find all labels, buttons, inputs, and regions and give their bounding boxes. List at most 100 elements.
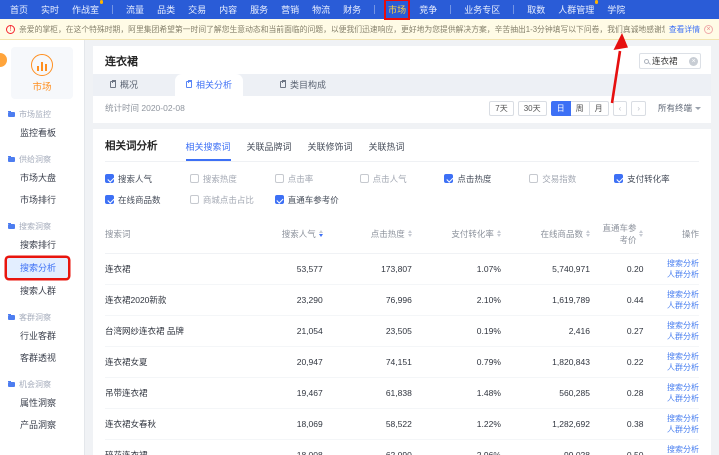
nav-item-realtime[interactable]: 实时: [41, 3, 59, 16]
subtab-modifier-words[interactable]: 关联修饰词: [308, 140, 353, 161]
range-7d-button[interactable]: 7天: [489, 101, 513, 116]
top-nav: 首页 实时 作战室 流量 品类 交易 内容 服务 营销 物流 财务 市场 竞争 …: [0, 0, 719, 19]
nav-item-label: 作战室: [72, 5, 99, 15]
keyword-search-box[interactable]: [639, 53, 701, 69]
cell-conv: 1.48%: [420, 377, 509, 408]
search-analysis-link[interactable]: 搜索分析: [651, 258, 699, 269]
cell-price: 0.28: [598, 377, 651, 408]
subtab-brand-words[interactable]: 关联品牌词: [247, 140, 292, 161]
metric-pay-conversion[interactable]: 支付转化率: [614, 173, 699, 185]
sidebar-item-product-insight[interactable]: 产品洞察: [0, 414, 84, 436]
terminal-filter-dropdown[interactable]: 所有终端: [658, 102, 701, 114]
close-icon[interactable]: [704, 25, 713, 34]
nav-item-data-fetch[interactable]: 取数: [527, 3, 545, 16]
search-input[interactable]: [652, 56, 686, 66]
crowd-analysis-link[interactable]: 人群分析: [651, 331, 699, 342]
search-analysis-link[interactable]: 搜索分析: [651, 444, 699, 455]
nav-item-competition[interactable]: 竞争: [419, 3, 437, 16]
cell-heat: 74,151: [331, 346, 420, 377]
checkbox-icon: [190, 174, 199, 183]
crowd-analysis-link[interactable]: 人群分析: [651, 393, 699, 404]
nav-item-war-room[interactable]: 作战室: [72, 3, 99, 16]
col-ztc-price[interactable]: 直通车参考价: [598, 216, 651, 254]
sidebar-item-crowd-perspective[interactable]: 客群透视: [0, 347, 84, 369]
metric-click-rate[interactable]: 点击率: [275, 173, 360, 185]
cell-price: 0.27: [598, 315, 651, 346]
cell-heat: 173,807: [331, 253, 420, 284]
range-30d-button[interactable]: 30天: [518, 101, 547, 116]
sidebar-item-industry-crowd[interactable]: 行业客群: [0, 325, 84, 347]
cell-term: 碎花连衣裙: [105, 439, 254, 455]
subtab-related-search-words[interactable]: 相关搜索词: [186, 140, 231, 161]
cell-term: 连衣裙2020新款: [105, 284, 254, 315]
nav-item-finance[interactable]: 财务: [343, 3, 361, 16]
nav-item-traffic[interactable]: 流量: [126, 3, 144, 16]
sidebar-item-search-ranking[interactable]: 搜索排行: [0, 234, 84, 256]
crowd-analysis-link[interactable]: 人群分析: [651, 269, 699, 280]
granularity-week-button[interactable]: 周: [571, 101, 590, 116]
col-click-heat[interactable]: 点击热度: [331, 216, 420, 254]
cell-conv: 1.22%: [420, 408, 509, 439]
nav-item-crowd-management[interactable]: 人群管理: [558, 3, 594, 16]
subtab-hot-words[interactable]: 关联热词: [369, 140, 405, 161]
sort-icons: [586, 230, 590, 237]
page-title: 连衣裙: [105, 53, 138, 69]
metric-online-items[interactable]: 在线商品数: [105, 194, 190, 206]
folder-icon: [8, 315, 15, 320]
product-switcher-market[interactable]: 市场: [11, 47, 73, 99]
tab-overview[interactable]: 概况: [99, 74, 149, 96]
nav-item-market[interactable]: 市场: [388, 3, 406, 16]
nav-item-logistics[interactable]: 物流: [312, 3, 330, 16]
sidebar-item-monitor-board[interactable]: 监控看板: [0, 122, 84, 144]
col-actions: 操作: [651, 216, 699, 254]
new-badge-icon: [100, 0, 104, 4]
search-analysis-link[interactable]: 搜索分析: [651, 413, 699, 424]
metric-click-popularity[interactable]: 点击人气: [360, 173, 445, 185]
search-analysis-link[interactable]: 搜索分析: [651, 320, 699, 331]
checkbox-checked-icon: [444, 174, 453, 183]
cell-term: 连衣裙女夏: [105, 346, 254, 377]
crowd-analysis-link[interactable]: 人群分析: [651, 300, 699, 311]
sidebar-item-market-ranking[interactable]: 市场排行: [0, 189, 84, 211]
metric-search-popularity[interactable]: 搜索人气: [105, 173, 190, 185]
nav-item-home[interactable]: 首页: [10, 3, 28, 16]
nav-divider: [112, 5, 113, 14]
sidebar-float-button[interactable]: [0, 53, 7, 67]
search-analysis-link[interactable]: 搜索分析: [651, 351, 699, 362]
metric-mall-click-ratio[interactable]: 商城点击占比: [190, 194, 275, 206]
granularity-day-button[interactable]: 日: [551, 101, 571, 116]
clear-icon[interactable]: [689, 57, 698, 66]
search-icon: [644, 59, 649, 64]
tab-related-analysis[interactable]: 相关分析: [175, 74, 243, 96]
metric-search-heat[interactable]: 搜索热度: [190, 173, 275, 185]
sidebar-item-market-overview[interactable]: 市场大盘: [0, 167, 84, 189]
nav-item-category[interactable]: 品类: [157, 3, 175, 16]
search-analysis-link[interactable]: 搜索分析: [651, 289, 699, 300]
sidebar-item-search-analysis[interactable]: 搜索分析: [7, 258, 68, 278]
col-pay-conversion[interactable]: 支付转化率: [420, 216, 509, 254]
col-online-items[interactable]: 在线商品数: [509, 216, 598, 254]
search-analysis-link[interactable]: 搜索分析: [651, 382, 699, 393]
metric-click-heat[interactable]: 点击热度: [444, 173, 529, 185]
nav-item-service[interactable]: 服务: [250, 3, 268, 16]
nav-item-trade[interactable]: 交易: [188, 3, 206, 16]
cell-term: 吊带连衣裙: [105, 377, 254, 408]
granularity-month-button[interactable]: 月: [590, 101, 609, 116]
prev-date-button[interactable]: ‹: [613, 101, 628, 116]
sidebar-item-search-crowd[interactable]: 搜索人群: [0, 280, 84, 302]
sidebar-item-attribute-insight[interactable]: 属性洞察: [0, 392, 84, 414]
next-date-button[interactable]: ›: [631, 101, 646, 116]
crowd-analysis-link[interactable]: 人群分析: [651, 424, 699, 435]
cell-price: 0.38: [598, 408, 651, 439]
notice-detail-link[interactable]: 查看详情: [669, 24, 700, 35]
table-row: 连衣裙女春秋 18,069 58,522 1.22% 1,282,692 0.3…: [105, 408, 699, 439]
tab-category-composition[interactable]: 类目构成: [269, 74, 337, 96]
col-search-popularity[interactable]: 搜索人气: [254, 216, 331, 254]
metric-ztc-price[interactable]: 直通车参考价: [275, 194, 360, 206]
nav-item-academy[interactable]: 学院: [607, 3, 625, 16]
metric-trade-index[interactable]: 交易指数: [529, 173, 614, 185]
nav-item-marketing[interactable]: 营销: [281, 3, 299, 16]
nav-item-content[interactable]: 内容: [219, 3, 237, 16]
crowd-analysis-link[interactable]: 人群分析: [651, 362, 699, 373]
nav-item-business-zone[interactable]: 业务专区: [464, 3, 500, 16]
